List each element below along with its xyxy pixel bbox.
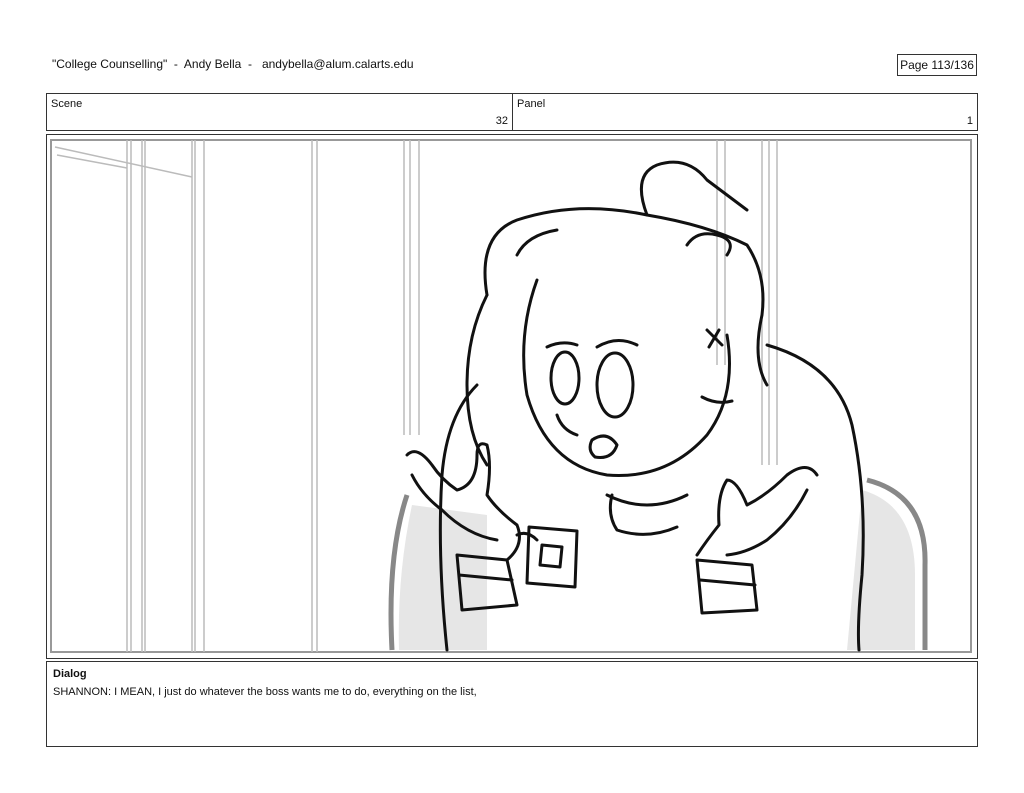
page-number-badge: Page 113/136 — [897, 54, 977, 76]
scene-label: Scene — [51, 98, 83, 110]
scene-cell: Scene 32 — [47, 94, 513, 130]
dialog-box: Dialog SHANNON: I MEAN, I just do whatev… — [46, 661, 978, 747]
panel-cell: Panel 1 — [513, 94, 977, 130]
dialog-label: Dialog — [53, 668, 87, 680]
storyboard-panel-frame — [46, 134, 978, 659]
storyboard-header-title: "College Counselling" - Andy Bella - and… — [52, 57, 414, 71]
scene-number: 32 — [495, 115, 508, 127]
panel-label: Panel — [517, 98, 546, 110]
dialog-text: SHANNON: I MEAN, I just do whatever the … — [53, 686, 477, 698]
panel-number: 1 — [966, 115, 973, 127]
storyboard-sketch-drawing — [50, 139, 972, 653]
scene-panel-info-row: Scene 32 Panel 1 — [46, 93, 978, 131]
